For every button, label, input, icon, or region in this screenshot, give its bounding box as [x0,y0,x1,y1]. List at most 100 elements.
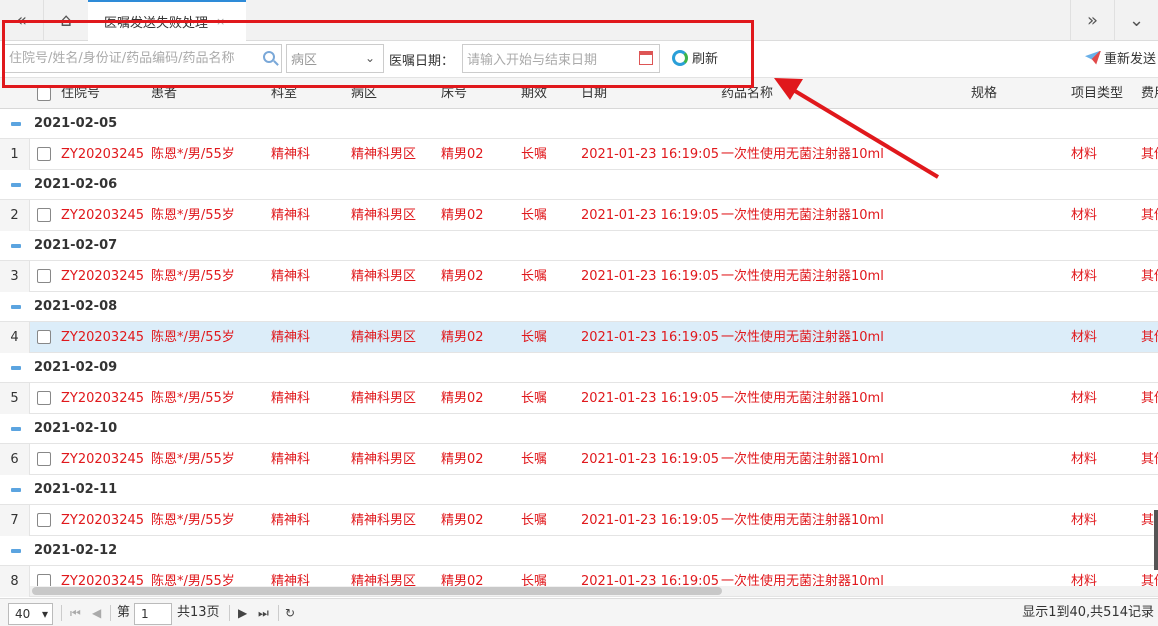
row-number: 1 [0,139,30,170]
select-all-checkbox[interactable] [37,87,51,101]
last-page-icon[interactable]: ⏭ [258,603,269,623]
col-header[interactable]: 日期 [581,78,607,109]
close-icon[interactable]: × [216,15,225,28]
divider [110,605,111,621]
cell-date: 2021-01-23 16:19:05 [581,391,719,406]
table-row[interactable]: 5 ZY20203245 陈恩*/男/55岁 精神科 精神科男区 精男02 长嘱 2021-0… [0,383,1158,414]
col-header[interactable]: 病区 [351,78,377,109]
row-checkbox[interactable] [37,330,51,344]
cell-ward: 精神科男区 [351,513,417,528]
collapse-icon[interactable] [11,427,21,431]
col-header[interactable]: 规格 [971,78,997,109]
table-row[interactable]: 1 ZY20203245 陈恩*/男/55岁 精神科 精神科男区 精男02 长嘱 2021-0… [0,139,1158,170]
cell-spec [971,322,1069,353]
search-icon[interactable] [263,51,275,63]
refresh-label: 刷新 [692,52,719,67]
group-row[interactable]: 2021-02-10 [0,414,1158,444]
cell-date: 2021-01-23 16:19:05 [581,269,719,284]
collapse-icon[interactable] [11,549,21,553]
col-header[interactable]: 期效 [521,78,547,109]
tab-order-send-failure[interactable]: 医嘱发送失败处理 × [88,0,246,41]
cell-dept: 精神科 [271,269,311,284]
refresh-button[interactable]: 刷新 [672,48,718,67]
group-row[interactable]: 2021-02-05 [0,109,1158,139]
group-row[interactable]: 2021-02-06 [0,170,1158,200]
cell-type: 材料 [1071,269,1098,284]
collapse-icon[interactable] [11,122,21,126]
next-page-icon[interactable]: ▶ [238,603,247,623]
home-icon[interactable]: ⌂ [44,0,88,40]
col-header[interactable]: 患者 [151,78,177,109]
table-row[interactable]: 6 ZY20203245 陈恩*/男/55岁 精神科 精神科男区 精男02 长嘱 2021-0… [0,444,1158,475]
row-checkbox[interactable] [37,147,51,161]
table-row[interactable]: 2 ZY20203245 陈恩*/男/55岁 精神科 精神科男区 精男02 长嘱 2021-0… [0,200,1158,231]
col-header[interactable]: 药品名称 [721,78,773,109]
group-date-label: 2021-02-09 [34,360,118,375]
cell-fee: 其他 [1141,269,1158,284]
cell-type: 材料 [1071,208,1098,223]
first-page-icon[interactable]: ⏮ [70,603,81,623]
group-row[interactable]: 2021-02-11 [0,475,1158,505]
row-checkbox[interactable] [37,208,51,222]
collapse-icon[interactable] [11,488,21,492]
col-header[interactable]: 费用 [1141,78,1158,109]
vertical-scrollbar[interactable] [1154,510,1158,570]
col-header[interactable]: 项目类型 [1071,78,1123,109]
collapse-icon[interactable] [11,305,21,309]
reload-icon[interactable]: ↻ [285,603,295,623]
row-checkbox[interactable] [37,452,51,466]
cell-fee: 其他 [1141,147,1158,162]
row-checkbox[interactable] [37,391,51,405]
cell-type: 材料 [1071,452,1098,467]
row-number: 7 [0,505,30,536]
row-checkbox[interactable] [37,269,51,283]
row-checkbox[interactable] [37,513,51,527]
collapse-icon[interactable] [11,183,21,187]
collapse-icon[interactable] [11,366,21,370]
cell-ward: 精神科男区 [351,269,417,284]
collapse-icon[interactable] [11,244,21,248]
chevron-down-icon[interactable]: ⌄ [1114,0,1158,40]
date-range-input[interactable]: 请输入开始与结束日期 [462,44,660,73]
cell-period: 长嘱 [521,147,548,162]
cell-dept: 精神科 [271,513,311,528]
divider [229,605,230,621]
scrollbar-thumb[interactable] [32,587,722,595]
group-row[interactable]: 2021-02-07 [0,231,1158,261]
group-row[interactable]: 2021-02-08 [0,292,1158,322]
col-header[interactable]: 科室 [271,78,297,109]
scroll-left-icon[interactable]: « [0,0,44,40]
ward-select[interactable]: 病区 ⌄ [286,44,384,73]
table-row[interactable]: 3 ZY20203245 陈恩*/男/55岁 精神科 精神科男区 精男02 长嘱 2021-0… [0,261,1158,292]
table-row[interactable]: 4 ZY20203245 陈恩*/男/55岁 精神科 精神科男区 精男02 长嘱 2021-0… [0,322,1158,353]
group-date-label: 2021-02-06 [34,177,118,192]
cell-fee: 其他 [1141,391,1158,406]
row-number: 6 [0,444,30,475]
table-row[interactable]: 7 ZY20203245 陈恩*/男/55岁 精神科 精神科男区 精男02 长嘱 2021-0… [0,505,1158,536]
horizontal-scrollbar[interactable] [30,586,1158,596]
cell-drug: 一次性使用无菌注射器10ml [721,330,884,345]
cell-bed: 精男02 [441,147,484,162]
group-date-label: 2021-02-11 [34,482,118,497]
cell-dept: 精神科 [271,391,311,406]
page-size-select[interactable]: 40 [8,603,53,625]
divider [278,605,279,621]
scroll-right-icon[interactable]: » [1070,0,1114,40]
col-header[interactable]: 床号 [441,78,467,109]
calendar-icon[interactable] [639,51,653,65]
resend-button[interactable]: 重新发送 [1084,48,1156,67]
row-number: 4 [0,322,30,353]
tab-label: 医嘱发送失败处理 [104,16,209,31]
cell-id: ZY20203245 [61,513,145,528]
order-date-label: 医嘱日期： [389,54,455,69]
group-row[interactable]: 2021-02-09 [0,353,1158,383]
col-header[interactable]: 住院号 [61,78,100,109]
cell-ward: 精神科男区 [351,147,417,162]
page-number-input[interactable]: 1 [134,603,172,625]
search-input[interactable] [5,45,255,72]
group-row[interactable]: 2021-02-12 [0,536,1158,566]
chevron-down-icon: ⌄ [364,51,375,65]
cell-spec [971,261,1069,292]
cell-period: 长嘱 [521,391,548,406]
prev-page-icon[interactable]: ◀ [92,603,101,623]
